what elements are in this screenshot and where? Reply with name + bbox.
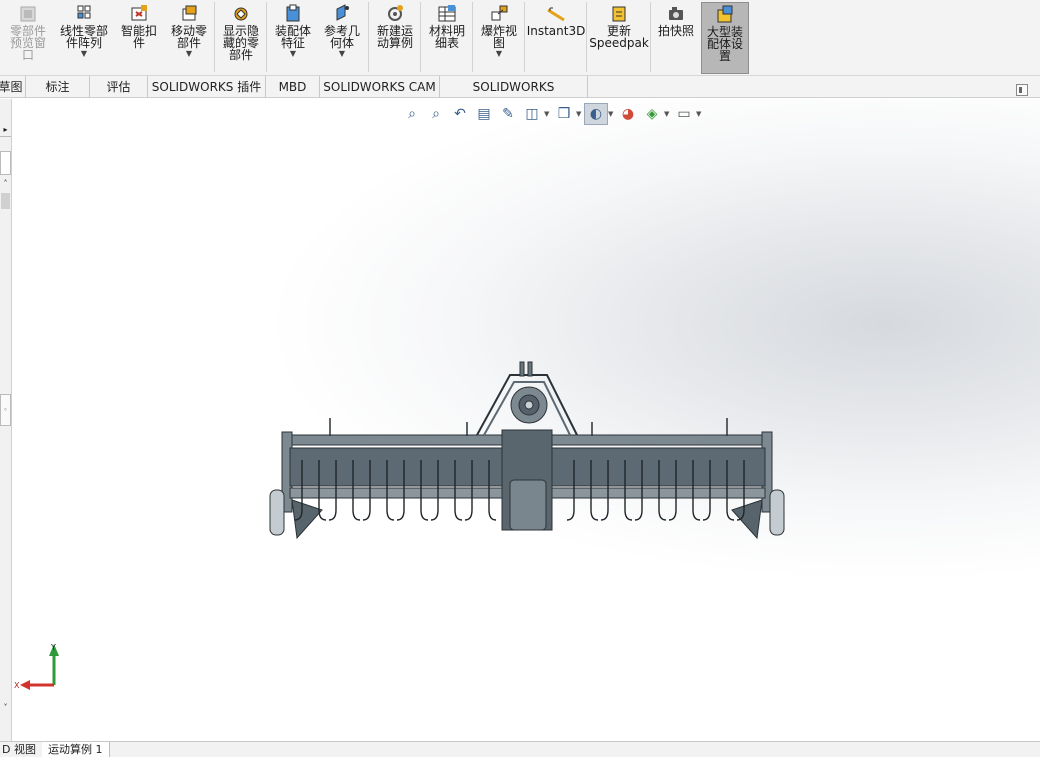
tab-solidworks-addins[interactable]: SOLIDWORKS 插件: [148, 76, 266, 98]
exploded-view-button[interactable]: 爆炸视 图 ▼: [476, 2, 522, 74]
chevron-down-icon[interactable]: ▼: [696, 110, 704, 118]
arrow-right-icon[interactable]: ▸: [0, 125, 11, 137]
component-preview-window-button[interactable]: 零部件 预览窗 口: [4, 2, 52, 74]
x-axis-label: X: [14, 681, 20, 690]
large-assembly-settings-button[interactable]: 大型装 配体设 置: [701, 2, 749, 74]
tab-solidworks-cam[interactable]: SOLIDWORKS CAM: [320, 76, 440, 98]
splitter-handle[interactable]: ◦: [0, 394, 11, 426]
hide-show-items-icon[interactable]: ◐: [584, 103, 608, 125]
tab-evaluate[interactable]: 评估: [90, 76, 148, 98]
chevron-down-icon[interactable]: ▼: [544, 110, 552, 118]
button-label: 显示隐 藏的零 部件: [222, 24, 259, 62]
view-orientation-icon[interactable]: ◫: [520, 103, 544, 125]
feature-manager-collapsed-strip: ▸ ˄ ◦ ˅: [0, 99, 12, 741]
large-assembly-icon: [714, 5, 736, 25]
scroll-up-icon[interactable]: ˄: [0, 179, 11, 191]
move-component-icon: [178, 4, 200, 24]
button-label: 更新 Speedpak: [589, 24, 649, 50]
ribbon-separator: [586, 2, 587, 72]
instant3d-button[interactable]: Instant3D: [526, 2, 586, 74]
smart-fastener-icon: [128, 4, 150, 24]
move-component-button[interactable]: 移动零 部件 ▼: [166, 2, 212, 74]
button-label: 智能扣 件: [120, 24, 157, 50]
section-view-icon[interactable]: ▤: [472, 103, 496, 125]
button-label: 参考几 何体: [323, 24, 360, 50]
preview-window-icon: [17, 4, 39, 24]
chevron-down-icon[interactable]: ▼: [608, 110, 616, 118]
tab-sketch[interactable]: 草图: [0, 76, 26, 98]
tab-motion-study-1[interactable]: 运动算例 1: [42, 742, 110, 757]
chevron-down-icon[interactable]: ▼: [664, 110, 672, 118]
linear-pattern-icon: [73, 4, 95, 24]
ribbon-separator: [266, 2, 267, 72]
button-label: 爆炸视 图: [480, 24, 517, 50]
smart-fasteners-button[interactable]: 智能扣 件: [116, 2, 162, 74]
ribbon-separator: [368, 2, 369, 72]
rotary-tiller-model[interactable]: [262, 360, 792, 545]
chevron-down-icon[interactable]: ▼: [290, 50, 296, 58]
coordinate-triad: Y X: [14, 643, 59, 690]
assembly-feature-icon: [282, 4, 304, 24]
ribbon-separator: [472, 2, 473, 72]
tab-mbd[interactable]: MBD: [266, 76, 320, 98]
ribbon-separator: [420, 2, 421, 72]
button-label: 移动零 部件: [170, 24, 207, 50]
linear-component-pattern-button[interactable]: 线性零部 件阵列 ▼: [56, 2, 112, 74]
zoom-to-area-icon[interactable]: ⌕: [424, 103, 448, 125]
reference-geometry-icon: [331, 4, 353, 24]
bom-icon: [436, 4, 458, 24]
exploded-view-icon: [488, 4, 510, 24]
reference-geometry-button[interactable]: 参考几 何体 ▼: [318, 2, 366, 74]
button-label: 材料明 细表: [428, 24, 465, 50]
view-settings-icon[interactable]: ▭: [672, 103, 696, 125]
bottom-tab-bar: D 视图 运动算例 1: [0, 741, 1040, 757]
chevron-down-icon[interactable]: ▼: [576, 110, 584, 118]
tab-solidworks-inspection[interactable]: SOLIDWORKS Inspection: [440, 76, 588, 116]
ribbon-separator: [524, 2, 525, 72]
speedpak-icon: [608, 4, 630, 24]
chevron-down-icon[interactable]: ▼: [81, 50, 87, 58]
button-label: 拍快照: [657, 24, 694, 38]
button-label: Instant3D: [526, 24, 586, 38]
assembly-features-button[interactable]: 装配体 特征 ▼: [270, 2, 316, 74]
dynamic-annotation-icon[interactable]: ✎: [496, 103, 520, 125]
tab-3d-view[interactable]: D 视图: [0, 742, 43, 757]
new-motion-study-button[interactable]: 新建运 动算例: [372, 2, 418, 74]
command-manager-ribbon: 零部件 预览窗 口 线性零部 件阵列 ▼ 智能扣 件 移动零 部件 ▼ 显示隐 …: [0, 0, 1040, 76]
scroll-down-icon[interactable]: ˅: [0, 703, 11, 715]
collapse-panel-icon[interactable]: [1016, 84, 1028, 96]
previous-view-icon[interactable]: ↶: [448, 103, 472, 125]
button-label: 大型装 配体设 置: [706, 25, 743, 63]
take-snapshot-button[interactable]: 拍快照: [654, 2, 698, 74]
button-label: 零部件 预览窗 口: [9, 24, 46, 62]
motion-study-icon: [384, 4, 406, 24]
chevron-down-icon[interactable]: ▼: [186, 50, 192, 58]
panel-tab[interactable]: [0, 151, 11, 175]
snapshot-icon: [665, 4, 687, 24]
edit-appearance-icon[interactable]: ◕: [616, 103, 640, 125]
chevron-down-icon[interactable]: ▼: [339, 50, 345, 58]
apply-scene-icon[interactable]: ◈: [640, 103, 664, 125]
button-label: 新建运 动算例: [376, 24, 413, 50]
display-style-icon[interactable]: ❒: [552, 103, 576, 125]
chevron-down-icon[interactable]: ▼: [496, 50, 502, 58]
x-axis-arrow: [20, 680, 30, 690]
zoom-to-fit-icon[interactable]: ⌕: [400, 103, 424, 125]
update-speedpak-button[interactable]: 更新 Speedpak: [589, 2, 649, 74]
bill-of-materials-button[interactable]: 材料明 细表: [424, 2, 470, 74]
scrollbar-thumb[interactable]: [1, 193, 10, 209]
command-manager-tabs: 草图 标注 评估 SOLIDWORKS 插件 MBD SOLIDWORKS CA…: [0, 76, 1040, 116]
show-hidden-icon: [230, 4, 252, 24]
button-label: 装配体 特征: [274, 24, 311, 50]
button-label: 线性零部 件阵列: [59, 24, 108, 50]
show-hidden-components-button[interactable]: 显示隐 藏的零 部件: [218, 2, 264, 74]
ribbon-separator: [650, 2, 651, 72]
tab-annotation[interactable]: 标注: [26, 76, 90, 98]
heads-up-view-toolbar: ⌕ ⌕ ↶ ▤ ✎ ◫ ▼ ❒ ▼ ◐ ▼ ◕ ◈ ▼ ▭ ▼: [400, 103, 704, 125]
y-axis-label: Y: [50, 643, 56, 652]
ribbon-separator: [214, 2, 215, 72]
instant3d-icon: [545, 4, 567, 24]
